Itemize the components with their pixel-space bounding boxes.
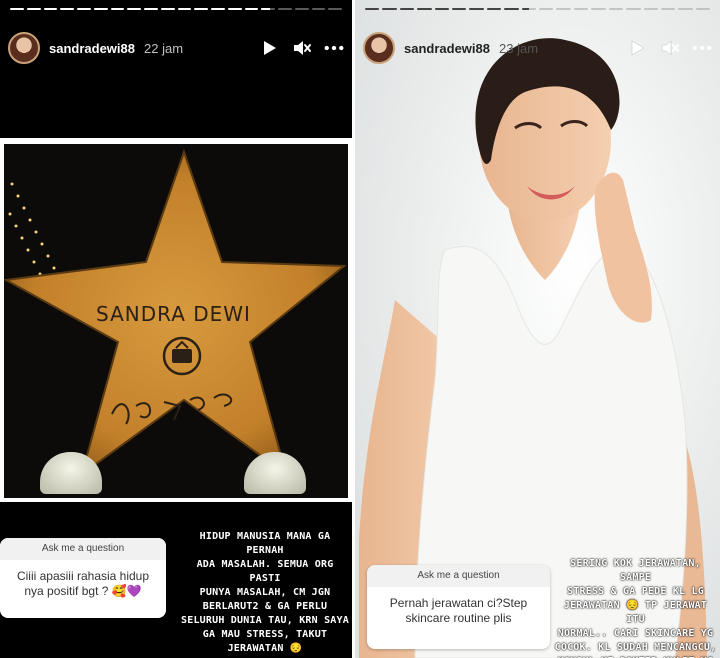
walk-of-fame-star-photo: SANDRA DEWI (0, 138, 352, 502)
progress-segment (608, 8, 624, 10)
progress-segment (695, 8, 711, 10)
story-progress-bar (365, 8, 711, 11)
progress-segment (591, 8, 606, 10)
reply-line: PUNYA MASALAH, CM JGN (199, 587, 331, 598)
play-icon[interactable] (628, 38, 648, 58)
progress-segment (261, 8, 275, 10)
progress-segment (144, 8, 158, 10)
progress-segment (539, 8, 554, 10)
mute-icon[interactable] (292, 38, 312, 58)
reply-line: BERLARUT2 & GA PERLU (202, 601, 328, 612)
progress-segment (660, 8, 676, 10)
progress-segment (160, 8, 175, 10)
username[interactable]: sandradewi88 (49, 41, 135, 56)
progress-segment (93, 8, 108, 10)
star-name-text: SANDRA DEWI (96, 302, 251, 326)
progress-segment (10, 8, 24, 10)
progress-segment (504, 8, 519, 10)
story-header: sandradewi88 23 jam (363, 28, 712, 68)
question-sticker[interactable]: Ask me a question Pernah jerawatan ci?St… (367, 565, 550, 649)
reply-line: SELURUH DUNIA TAU, KRN SAYA (181, 615, 349, 626)
progress-segment (278, 8, 292, 10)
story-panel-left[interactable]: sandradewi88 22 jam SANDRA DEWI Ask me a… (0, 0, 352, 658)
progress-segment (77, 8, 91, 10)
reply-line: HIDUP MANUSIA MANA GA PERNAH (199, 531, 331, 556)
progress-segment (365, 8, 380, 10)
progress-segment (110, 8, 125, 10)
progress-segment (211, 8, 225, 10)
post-time: 23 jam (499, 40, 539, 56)
progress-segment (227, 8, 242, 10)
more-icon[interactable] (692, 38, 712, 58)
story-progress-bar (10, 8, 342, 11)
question-sticker-header: Ask me a question (367, 565, 550, 587)
progress-segment (521, 8, 537, 10)
progress-segment (573, 8, 589, 10)
progress-segment (399, 8, 415, 10)
reply-text: SERING KOK JERAWATAN, SAMPE STRESS & GA P… (553, 557, 718, 658)
post-time: 22 jam (144, 40, 184, 56)
progress-segment (328, 8, 342, 10)
progress-segment (43, 8, 58, 10)
question-text: Ciiii apasiii rahasia hidup nya positif … (16, 569, 150, 598)
progress-segment (127, 8, 141, 10)
progress-segment (177, 8, 192, 10)
reply-line: JERAWATAN 😔 (227, 643, 303, 654)
reply-line: COCOK. KL SUDAH MENCANGCU, (554, 642, 717, 653)
progress-segment (311, 8, 326, 10)
question-sticker[interactable]: Ask me a question Ciiii apasiii rahasia … (0, 538, 166, 618)
reply-line: GA MAU STRESS, TAKUT (202, 629, 328, 640)
avatar[interactable] (363, 32, 395, 64)
progress-segment (469, 8, 484, 10)
progress-segment (556, 8, 571, 10)
reply-line: JERAWATAN 😔 TP JERAWAT ITU (563, 600, 708, 625)
progress-segment (417, 8, 432, 10)
mute-icon[interactable] (660, 38, 680, 58)
reply-line: SERING KOK JERAWATAN, SAMPE (570, 558, 701, 583)
progress-segment (382, 8, 397, 10)
play-icon[interactable] (260, 38, 280, 58)
reply-line: NORMAL.. CARI SKINCARE YG (557, 628, 714, 639)
progress-segment (626, 8, 641, 10)
reply-text: HIDUP MANUSIA MANA GA PERNAH ADA MASALAH.… (180, 530, 350, 658)
progress-segment (60, 8, 74, 10)
progress-segment (294, 8, 309, 10)
progress-segment (26, 8, 41, 10)
question-text: Pernah jerawatan ci?Step skincare routin… (389, 596, 528, 625)
more-icon[interactable] (324, 38, 344, 58)
reply-line: ADA MASALAH. SEMUA ORG PASTI (196, 559, 334, 584)
progress-segment (678, 8, 693, 10)
progress-segment (452, 8, 467, 10)
question-sticker-header: Ask me a question (0, 538, 166, 560)
progress-segment (194, 8, 208, 10)
progress-segment (244, 8, 259, 10)
progress-segment (486, 8, 502, 10)
username[interactable]: sandradewi88 (404, 41, 490, 56)
progress-segment (643, 8, 658, 10)
progress-segment (434, 8, 450, 10)
reply-line: STRESS & GA PEDE KL LG (567, 586, 704, 597)
story-header: sandradewi88 22 jam (8, 28, 344, 68)
story-panel-right[interactable]: sandradewi88 23 jam Ask me a question Pe… (355, 0, 720, 658)
avatar[interactable] (8, 32, 40, 64)
